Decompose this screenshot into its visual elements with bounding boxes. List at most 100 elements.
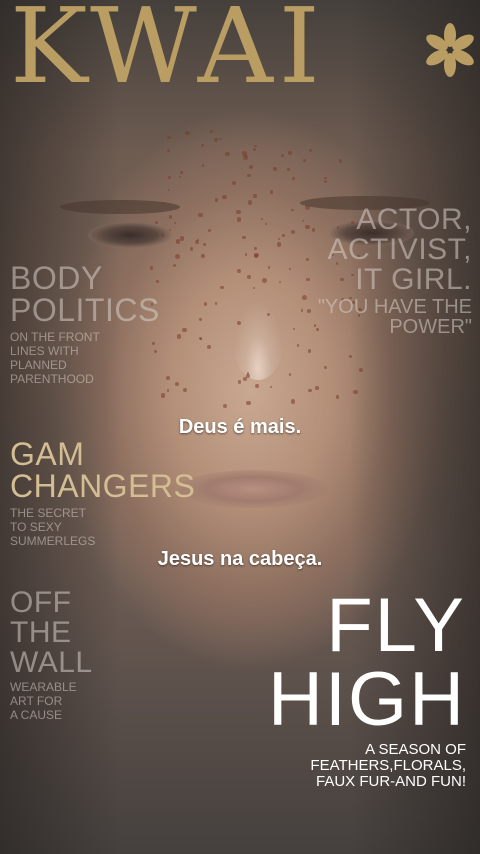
freckle (246, 274, 252, 280)
freckle (215, 302, 218, 305)
freckle (248, 165, 253, 170)
freckle (155, 220, 159, 224)
freckle (260, 218, 263, 221)
freckle (308, 148, 313, 152)
freckle (151, 230, 156, 235)
freckle (179, 235, 185, 241)
freckle (302, 219, 305, 222)
freckle (220, 285, 225, 290)
freckle (201, 254, 205, 258)
freckle (247, 200, 252, 205)
headline-subtitle-row: A SEASON OF (365, 741, 466, 758)
freckle (324, 179, 328, 183)
freckle (261, 277, 267, 283)
freckle (266, 312, 270, 316)
freckle (253, 194, 258, 199)
freckle (267, 266, 271, 269)
caption-line-2: Jesus na cabeça. (157, 548, 323, 570)
headline-title-row: CHANGERS (10, 468, 196, 504)
freckle (348, 354, 352, 358)
freckle (201, 164, 205, 168)
freckle (353, 389, 358, 395)
headline-subtitle-row: ON THE FRONT (10, 330, 100, 344)
headline-subtitle-row: SUMMERLEGS (10, 534, 96, 548)
freckle (207, 228, 211, 232)
freckle (276, 242, 281, 247)
freckle (209, 130, 213, 134)
freckle (206, 344, 212, 350)
freckle (282, 233, 286, 237)
freckle (358, 367, 364, 372)
freckle (307, 349, 312, 353)
headline-subtitle-row: THE SECRET (10, 506, 87, 520)
headline-title-row: WALL (10, 646, 93, 679)
cover-line-row: POWER" (389, 316, 472, 338)
logo-text: KWAI (10, 0, 326, 107)
freckle (183, 387, 188, 392)
freckle (324, 366, 327, 369)
freckle (306, 277, 310, 282)
freckle (199, 318, 202, 321)
headline-title-row: OFF (10, 586, 72, 619)
freckle (291, 208, 294, 212)
freckle (253, 144, 257, 148)
freckle (315, 386, 319, 390)
headline-subtitle-row: PLANNED (10, 358, 67, 372)
freckle (167, 149, 170, 152)
freckle (288, 373, 292, 377)
freckle (178, 176, 181, 179)
freckle (336, 395, 340, 399)
freckle (168, 215, 172, 219)
freckle (160, 392, 166, 398)
freckle (168, 228, 171, 231)
freckle (213, 138, 218, 143)
freckle (254, 247, 257, 251)
freckle (313, 324, 317, 327)
headline-off-the-wall: OFF THE WALL WEARABLE ART FOR A CAUSE (10, 586, 93, 723)
freckle (297, 344, 300, 347)
freckle (247, 173, 251, 178)
headline-title-row: GAM (10, 436, 85, 472)
freckle (175, 381, 180, 386)
freckle (252, 287, 256, 290)
freckle (161, 201, 166, 206)
freckle (214, 197, 219, 202)
freckle (288, 267, 292, 270)
freckle (236, 320, 241, 325)
freckle (272, 166, 278, 172)
freckle (305, 257, 310, 262)
freckle (304, 204, 310, 210)
freckle (198, 212, 203, 218)
headline-title-row: POLITICS (10, 292, 160, 328)
freckle (254, 254, 258, 258)
freckle (202, 242, 207, 247)
caption-line-1: Deus é mais. (178, 416, 302, 438)
cover-line-row: IT GIRL. (355, 263, 472, 296)
freckle (236, 217, 242, 222)
freckle (222, 194, 227, 200)
cover-line-actor: ACTOR, ACTIVIST, IT GIRL. "YOU HAVE THE … (317, 205, 472, 338)
freckle (167, 135, 171, 140)
freckle (203, 302, 207, 306)
cover-line-row: "YOU HAVE THE (317, 296, 472, 318)
headline-title-row: THE (10, 616, 72, 649)
freckle (287, 168, 290, 171)
freckle (237, 269, 242, 274)
freckle (167, 175, 172, 180)
headline-fly-high: FLY HIGH A SEASON OF FEATHERS,FLORALS, F… (268, 588, 466, 790)
freckle (339, 159, 343, 163)
freckle (168, 188, 171, 192)
freckle (252, 147, 256, 151)
headline-subtitle-row: ART FOR (10, 694, 63, 708)
freckle (291, 230, 296, 235)
freckle (182, 327, 187, 333)
headline-title-row: FLY (326, 583, 466, 668)
freckle (292, 177, 295, 180)
headline-subtitle-row: TO SEXY (10, 520, 62, 534)
freckle (293, 328, 296, 331)
freckle (264, 222, 268, 225)
freckle (290, 399, 296, 404)
headline-subtitle-row: FAUX FUR-AND FUN! (316, 773, 466, 790)
headline-title-row: HIGH (268, 657, 466, 742)
freckle (300, 308, 304, 312)
